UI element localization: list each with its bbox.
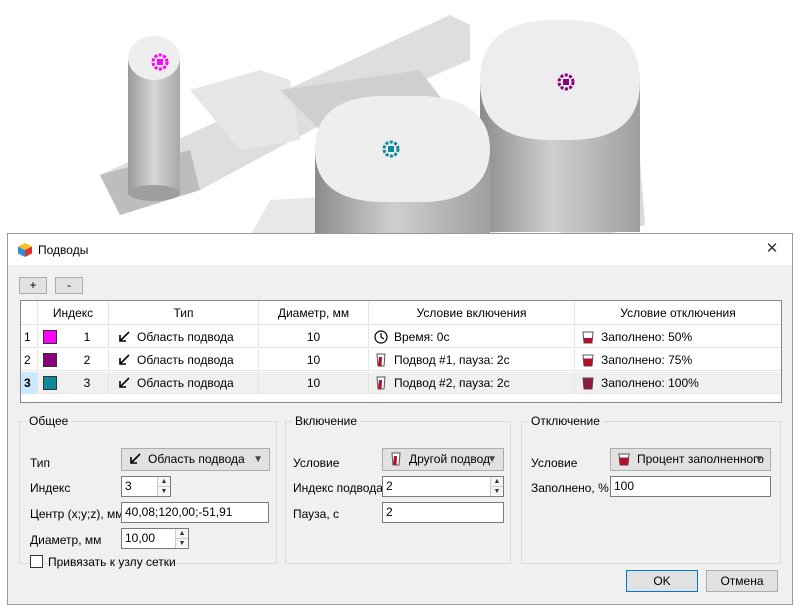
gate-diameter: 10 [259,326,369,348]
general-legend: Общее [29,414,69,428]
color-swatch [43,330,57,344]
close-icon[interactable]: ✕ [762,239,782,259]
off-condition: Заполнено: 75% [601,353,693,367]
spin-buttons[interactable]: ▲ ▼ [490,477,503,496]
header-type[interactable]: Тип [109,301,259,325]
table-header: Индекс Тип Диаметр, мм Условие включения… [21,301,781,325]
3d-viewport[interactable] [0,0,800,236]
enable-condition-value: Другой подвод [409,452,491,466]
disable-group: Отключение Условие Процент заполненного … [521,414,781,564]
diameter-label: Диаметр, мм [30,533,102,547]
gate-cup-icon [374,352,388,367]
remove-gate-button[interactable]: - [55,277,83,294]
table-row[interactable]: 1 1 Область подвода 10 Время: 0с Заполне… [21,326,781,348]
gate-index-spinbox[interactable]: 2 ▲ ▼ [382,476,504,497]
type-label: Тип [30,456,51,470]
add-gate-button[interactable]: + [19,277,47,294]
gate-type: Область подвода [137,376,234,390]
spin-buttons[interactable]: ▲ ▼ [157,477,170,496]
table-row[interactable]: 3 3 Область подвода 10 Подвод #2, пауза:… [21,372,781,394]
arrow-down-left-icon [117,375,131,389]
enable-condition-label: Условие [293,456,340,470]
disable-condition-combobox[interactable]: Процент заполненного ▼ [610,448,771,471]
center-label: Центр (x;y;z), мм [30,507,124,521]
general-group: Общее Тип Область подвода ▼ Индекс 3 ▲ ▼ … [19,414,277,569]
cup-icon [617,452,631,466]
gate-diameter: 10 [259,372,369,394]
index-label: Индекс [30,481,71,495]
app-cube-icon [18,243,32,257]
on-condition: Подвод #2, пауза: 2с [394,376,510,390]
table-row[interactable]: 2 2 Область подвода 10 Подвод #1, пауза:… [21,349,781,371]
row-number: 1 [21,326,38,348]
ok-button[interactable]: OK [626,570,698,592]
disable-condition-label: Условие [531,456,578,470]
header-diameter[interactable]: Диаметр, мм [259,301,369,325]
gates-dialog: Подводы ✕ + - Индекс Тип Диаметр, мм Усл… [7,233,793,605]
enable-legend: Включение [295,414,358,428]
snap-label[interactable]: Привязать к узлу сетки [48,555,176,569]
center-input[interactable]: 40,08;120,00;-51,91 [121,502,269,523]
dialog-title: Подводы [38,243,89,257]
on-condition: Время: 0с [394,330,450,344]
cup-icon [581,329,595,344]
gates-table: Индекс Тип Диаметр, мм Условие включения… [20,300,782,403]
chevron-down-icon: ▼ [754,454,764,465]
gate-index: 2 [83,353,91,367]
chevron-down-icon: ▼ [253,454,263,465]
gate-index: 1 [83,330,91,344]
color-swatch [43,376,57,390]
color-swatch [43,353,57,367]
pause-input[interactable]: 2 [382,502,504,523]
enable-condition-combobox[interactable]: Другой подвод ▼ [382,448,504,471]
gate-index-label: Индекс подвода [293,481,383,495]
cup-icon [581,375,595,390]
on-condition: Подвод #1, пауза: 2с [394,353,510,367]
cup-icon [581,352,595,367]
arrow-down-left-icon [117,329,131,343]
enable-group: Включение Условие Другой подвод ▼ Индекс… [285,414,511,564]
title-bar[interactable]: Подводы ✕ [8,234,792,265]
casting-model [100,15,645,236]
disable-legend: Отключение [531,414,600,428]
gate-cup-icon [374,375,388,390]
filled-label: Заполнено, % [531,481,609,495]
cancel-button[interactable]: Отмена [706,570,778,592]
arrow-down-left-icon [117,352,131,366]
row-number: 2 [21,349,38,371]
off-condition: Заполнено: 100% [601,376,699,390]
diameter-spinbox[interactable]: 10,00 ▲ ▼ [121,528,189,549]
filled-input[interactable]: 100 [610,476,771,497]
gate-type: Область подвода [137,330,234,344]
header-on-condition[interactable]: Условие включения [369,301,575,325]
gate-diameter: 10 [259,349,369,371]
gate-cup-icon [389,452,403,466]
spin-buttons[interactable]: ▲ ▼ [175,529,188,548]
clock-icon [374,329,388,344]
index-spinbox[interactable]: 3 ▲ ▼ [121,476,171,497]
chevron-down-icon: ▼ [487,454,497,465]
gate-type: Область подвода [137,353,234,367]
gate-index: 3 [83,376,91,390]
row-number: 3 [21,372,38,394]
header-index[interactable]: Индекс [38,301,109,325]
header-off-condition[interactable]: Условие отключения [575,301,781,325]
type-combobox[interactable]: Область подвода ▼ [121,448,270,471]
snap-checkbox[interactable] [30,555,43,568]
pause-label: Пауза, с [293,507,340,521]
arrow-down-left-icon [128,452,142,466]
disable-condition-value: Процент заполненного [637,452,764,466]
type-value: Область подвода [148,452,245,466]
off-condition: Заполнено: 50% [601,330,693,344]
